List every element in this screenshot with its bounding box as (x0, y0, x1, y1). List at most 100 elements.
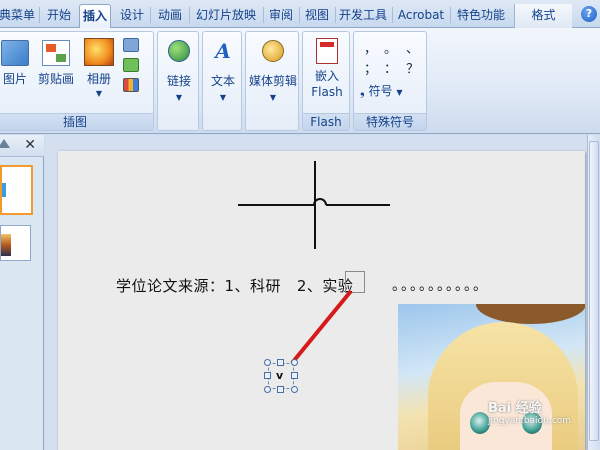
tab-developer[interactable]: 开发工具 (337, 4, 389, 28)
symbol-period[interactable]: 。 (384, 38, 397, 57)
ribbon-insert: 图片 剪贴画 相册 ▼ 插图 链接 ▼ A 文本 ▼ 媒体剪辑 ▼ 嵌入 Fla… (0, 28, 600, 134)
picture-eye (470, 412, 490, 434)
watermark-url: jingyan.baidu.com (488, 416, 572, 426)
slide[interactable]: 学位论文来源：1、科研 2、实验 。。。。。。。。。。 v Bai 经验 jin… (58, 151, 585, 450)
group-flash: 嵌入 Flash Flash (302, 31, 350, 131)
text-button[interactable]: A 文本 ▼ (203, 40, 243, 102)
symbol-button[interactable]: ❟ 符号 ▼ (360, 82, 424, 99)
text-dropdown-icon: ▼ (219, 93, 227, 102)
links-label: 链接 (166, 74, 191, 88)
link-globe-icon (168, 40, 190, 62)
tab-insert[interactable]: 插入 (79, 4, 111, 28)
help-icon[interactable]: ? (581, 6, 597, 22)
tab-acrobat[interactable]: Acrobat (394, 4, 448, 28)
tab-animation[interactable]: 动画 (153, 4, 187, 28)
resize-handle[interactable] (264, 386, 271, 393)
group-special-symbols: ， 。 、 ； ： ？ ❟ 符号 ▼ 特殊符号 (353, 31, 427, 131)
group-label-illustrations: 插图 (0, 113, 153, 130)
group-illustrations: 图片 剪贴画 相册 ▼ 插图 (0, 31, 154, 131)
textbox-text[interactable]: v (276, 369, 283, 382)
tab-format[interactable]: 格式 (514, 4, 572, 28)
album-dropdown-icon: ▼ (95, 89, 103, 98)
resize-handle[interactable] (291, 372, 298, 379)
tab-separator (150, 7, 151, 23)
group-label-special-symbols: 特殊符号 (354, 113, 426, 130)
symbol-comma[interactable]: ， (364, 38, 377, 57)
tab-separator (299, 7, 300, 23)
tab-home[interactable]: 开始 (42, 4, 76, 28)
album-icon (84, 38, 114, 66)
tab-classic-menu[interactable]: 典菜单 (0, 4, 36, 28)
outline-tab-icon[interactable] (0, 139, 10, 148)
resize-handle[interactable] (291, 386, 298, 393)
group-label-flash: Flash (303, 113, 349, 130)
symbol-enumeration-comma[interactable]: 、 (406, 38, 419, 57)
anime-character-picture[interactable] (398, 304, 585, 450)
resize-handle[interactable] (291, 359, 298, 366)
tab-special-features[interactable]: 特色功能 (452, 4, 510, 28)
symbol-dropdown-icon: ▼ (396, 88, 403, 97)
clipart-icon (42, 40, 70, 66)
embed-flash-button[interactable]: 嵌入 Flash (303, 38, 351, 100)
resize-handle[interactable] (264, 359, 271, 366)
group-links: 链接 ▼ (157, 31, 199, 131)
resize-handle[interactable] (277, 386, 284, 393)
media-label: 媒体剪辑 (248, 74, 297, 88)
crossing-lines-shape[interactable] (238, 159, 398, 249)
smartart-icon[interactable] (123, 58, 139, 72)
clipart-button[interactable]: 剪贴画 (35, 40, 77, 87)
ribbon-tab-bar: 典菜单 开始 插入 设计 动画 幻灯片放映 审阅 视图 开发工具 Acrobat… (0, 0, 600, 28)
picture-icon (1, 40, 29, 66)
clipart-label: 剪贴画 (37, 72, 74, 86)
dots-text[interactable]: 。。。。。。。。。。 (392, 275, 489, 295)
slide-thumbnail[interactable] (0, 225, 31, 261)
tab-separator (263, 7, 264, 23)
picture-button[interactable]: 图片 (0, 40, 31, 87)
flash-file-icon (316, 38, 338, 64)
symbol-question[interactable]: ？ (406, 58, 419, 77)
vertical-scrollbar[interactable] (587, 135, 600, 450)
media-dropdown-icon: ▼ (269, 93, 277, 102)
tab-separator (450, 7, 451, 23)
symbol-button-icon: ❟ (360, 84, 365, 98)
watermark-logo: Bai 经验 jingyan.baidu.com (488, 397, 571, 426)
symbol-colon[interactable]: ： (384, 58, 397, 77)
close-icon[interactable]: ✕ (24, 137, 36, 153)
tab-slideshow[interactable]: 幻灯片放映 (191, 4, 261, 28)
album-button[interactable]: 相册 ▼ (81, 38, 117, 98)
links-button[interactable]: 链接 ▼ (158, 40, 200, 102)
tab-view[interactable]: 视图 (301, 4, 333, 28)
picture-label: 图片 (2, 72, 27, 86)
tab-separator (189, 7, 190, 23)
embed-flash-label-1: 嵌入 (314, 69, 339, 83)
red-connector-line[interactable] (288, 287, 358, 367)
group-media: 媒体剪辑 ▼ (245, 31, 299, 131)
media-clips-button[interactable]: 媒体剪辑 ▼ (246, 40, 300, 102)
tab-review[interactable]: 审阅 (265, 4, 297, 28)
slides-pane-header: ✕ (0, 135, 44, 157)
text-label: 文本 (210, 74, 235, 88)
slide-thumbnail-active[interactable] (0, 165, 33, 215)
symbol-button-label: 符号 (368, 84, 393, 98)
speaker-icon (262, 40, 284, 62)
album-label: 相册 (86, 72, 111, 86)
tab-separator (335, 7, 336, 23)
picture-hat (476, 304, 585, 324)
embed-flash-label-2: Flash (311, 85, 343, 99)
selected-textbox[interactable]: v (264, 359, 298, 393)
group-text: A 文本 ▼ (202, 31, 242, 131)
tab-design[interactable]: 设计 (116, 4, 148, 28)
shapes-icon[interactable] (123, 38, 139, 52)
slides-pane: ✕ (0, 135, 44, 450)
tab-separator (39, 7, 40, 23)
slide-editing-area: 学位论文来源：1、科研 2、实验 。。。。。。。。。。 v Bai 经验 jin… (45, 135, 587, 450)
scrollbar-thumb[interactable] (589, 141, 599, 441)
text-icon: A (215, 39, 231, 63)
resize-handle[interactable] (277, 359, 284, 366)
chart-icon[interactable] (123, 78, 139, 92)
links-dropdown-icon: ▼ (175, 93, 183, 102)
tab-separator (392, 7, 393, 23)
symbol-semicolon[interactable]: ； (364, 58, 377, 77)
resize-handle[interactable] (264, 372, 271, 379)
watermark-brand: Bai 经验 (488, 401, 542, 416)
